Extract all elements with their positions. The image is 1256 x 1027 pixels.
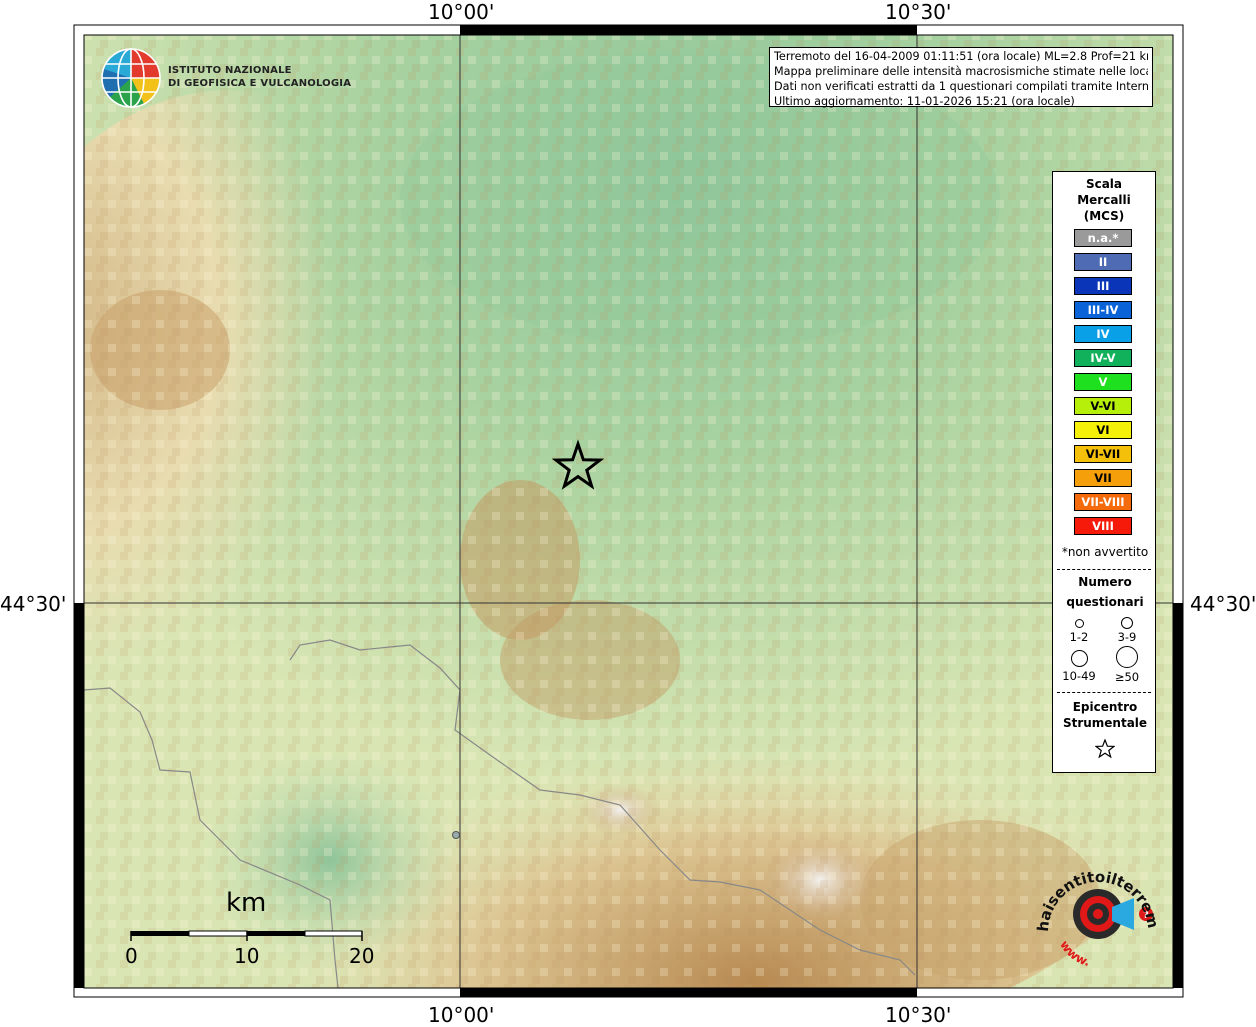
count-circle-50 bbox=[1116, 646, 1138, 668]
legend-swatch: III bbox=[1074, 277, 1132, 295]
intensity-legend: Scala Mercalli (MCS) n.a.* II III III-IV IV I… bbox=[1052, 171, 1156, 773]
legend-swatch: IV bbox=[1074, 325, 1132, 343]
legend-swatch: III-IV bbox=[1074, 301, 1132, 319]
lon-label-bottom-right: 10°30' bbox=[885, 1003, 952, 1027]
info-line-4: Ultimo aggiornamento: 11-01-2026 15:21 (… bbox=[774, 95, 1075, 108]
info-line-2: Mappa preliminare delle intensità macros… bbox=[774, 65, 1148, 78]
relief-layer bbox=[84, 35, 1173, 988]
scalebar-tick-0: 0 bbox=[125, 944, 138, 968]
count-circle-10-49 bbox=[1071, 650, 1088, 667]
legend-divider bbox=[1057, 692, 1151, 693]
count-label-1-2: 1-2 bbox=[1069, 630, 1089, 644]
event-info-box: Terremoto del 16-04-2009 01:11:51 (ora l… bbox=[769, 47, 1153, 108]
legend-divider bbox=[1057, 569, 1151, 570]
count-label-10-49: 10-49 bbox=[1062, 669, 1096, 683]
legend-title: Scala Mercalli (MCS) bbox=[1077, 177, 1131, 223]
legend-swatch: VI bbox=[1074, 421, 1132, 439]
legend-note: *non avvertito bbox=[1061, 545, 1149, 559]
legend-swatch: VI-VII bbox=[1074, 445, 1132, 463]
town-marker bbox=[452, 831, 460, 839]
haisentito-logo[interactable]: ? haisentitoilterremoto.it www. bbox=[1025, 848, 1165, 986]
count-label-3-9: 3-9 bbox=[1117, 630, 1137, 644]
lon-label-bottom-left: 10°00' bbox=[428, 1003, 495, 1027]
svg-text:www.: www. bbox=[1057, 938, 1091, 969]
count-title: Numero questionari bbox=[1066, 575, 1144, 609]
legend-star-icon bbox=[1095, 739, 1115, 759]
legend-swatch: V bbox=[1074, 373, 1132, 391]
scalebar-tick-10: 10 bbox=[234, 944, 260, 968]
legend-swatch: VII bbox=[1074, 469, 1132, 487]
legend-swatch: IV-V bbox=[1074, 349, 1132, 367]
lat-label-right: 44°30' bbox=[1190, 592, 1256, 616]
scalebar-unit: km bbox=[226, 888, 267, 918]
count-label-50: ≥50 bbox=[1114, 670, 1140, 684]
legend-swatch: VII-VIII bbox=[1074, 493, 1132, 511]
legend-swatch: n.a.* bbox=[1074, 229, 1132, 247]
lon-label-top-left: 10°00' bbox=[428, 0, 495, 24]
ingv-globe-icon bbox=[100, 47, 162, 113]
ingv-name: ISTITUTO NAZIONALE DI GEOFISICA E VULCAN… bbox=[168, 65, 352, 89]
legend-swatch: VIII bbox=[1074, 517, 1132, 535]
count-circle-3-9 bbox=[1121, 617, 1133, 629]
info-line-1: Terremoto del 16-04-2009 01:11:51 (ora l… bbox=[774, 50, 1148, 63]
lon-label-top-right: 10°30' bbox=[885, 0, 952, 24]
info-line-3: Dati non verificati estratti da 1 questi… bbox=[774, 80, 1148, 93]
lat-label-left: 44°30' bbox=[0, 592, 67, 616]
scalebar-tick-20: 20 bbox=[349, 944, 375, 968]
epicenter-title: Epicentro Strumentale bbox=[1062, 700, 1148, 730]
count-circle-1-2 bbox=[1075, 619, 1084, 628]
legend-swatch: V-VI bbox=[1074, 397, 1132, 415]
legend-swatch: II bbox=[1074, 253, 1132, 271]
